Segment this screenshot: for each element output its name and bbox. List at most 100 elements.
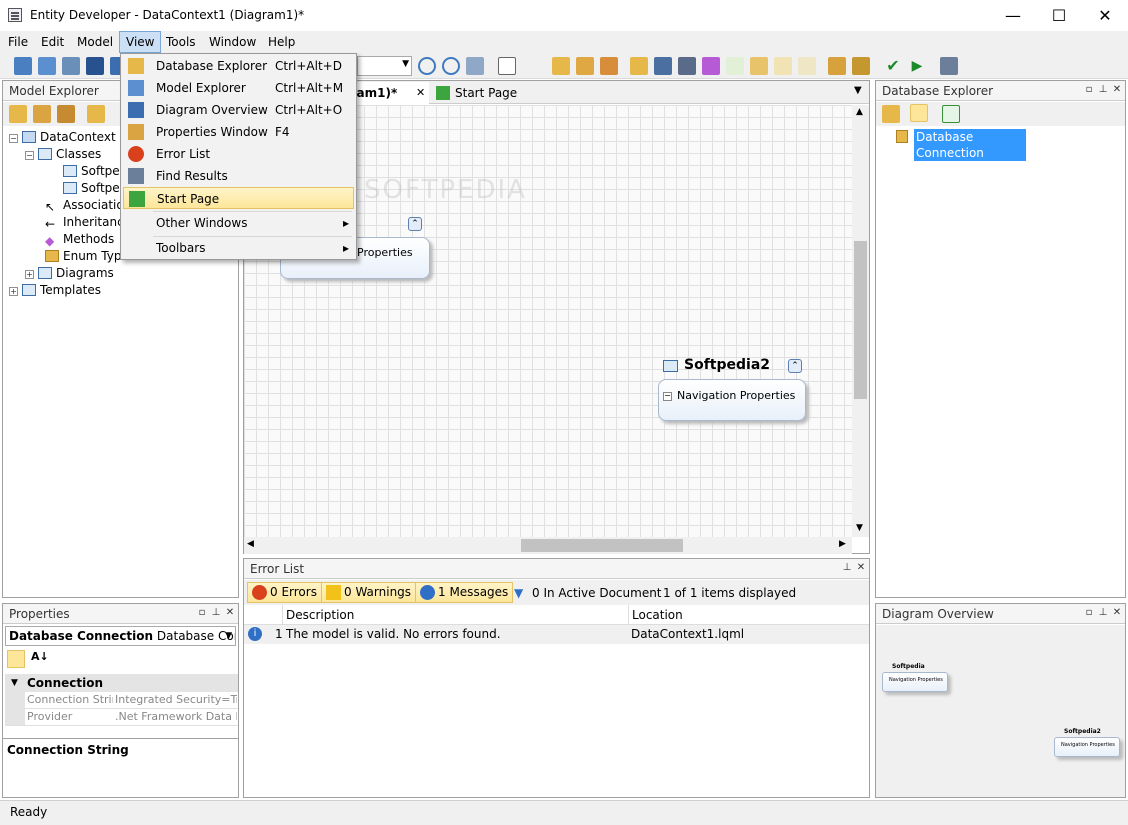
object-selector[interactable]: Database Connection Database Conne ▼ [5, 626, 236, 646]
close-pane-icon[interactable]: ✕ [223, 606, 237, 620]
collapse-entity-icon[interactable]: ⌃ [788, 359, 802, 373]
add-comment-icon[interactable] [726, 57, 744, 75]
add-property-tool-icon[interactable] [87, 105, 105, 123]
menu-item-diagram-overview[interactable]: Diagram Overview Ctrl+Alt+O [123, 99, 354, 121]
close-pane-icon[interactable]: ✕ [1110, 83, 1124, 97]
scroll-left-icon[interactable]: ◀ [247, 539, 254, 549]
add-property-icon[interactable] [630, 57, 648, 75]
add-inheritance-icon[interactable] [678, 57, 696, 75]
maximize-button[interactable]: ☐ [1036, 0, 1082, 31]
tab-close-icon[interactable]: ✕ [416, 82, 425, 104]
menu-item-start-page[interactable]: Start Page [123, 187, 354, 209]
restore-pane-icon[interactable]: ▫ [1082, 83, 1096, 97]
add-class-icon[interactable] [552, 57, 570, 75]
add-association-icon[interactable] [654, 57, 672, 75]
tab-start-page[interactable]: Start Page [433, 82, 543, 104]
generate-icon[interactable] [828, 57, 846, 75]
vertical-scrollbar[interactable]: ▲ ▼ [852, 105, 869, 537]
add-template-icon[interactable] [774, 57, 792, 75]
collapse-category-icon[interactable]: ▼ [11, 674, 18, 692]
expand-icon[interactable]: + [25, 270, 34, 279]
category-connection[interactable]: ▼ Connection [5, 674, 238, 692]
active-document-filter[interactable]: ▼ 0 In Active Document [514, 584, 662, 602]
menu-edit[interactable]: Edit [35, 31, 70, 53]
tree-item-classes[interactable]: − Classes [25, 146, 101, 163]
errors-filter-button[interactable]: 0 Errors [247, 582, 322, 603]
layout-icon[interactable] [466, 57, 484, 75]
scroll-right-icon[interactable]: ▶ [839, 539, 846, 549]
horizontal-scrollbar[interactable]: ◀ ▶ [244, 537, 852, 554]
tab-dropdown-icon[interactable]: ▼ [854, 85, 862, 96]
save-icon[interactable] [86, 57, 104, 75]
tree-item-datacontext[interactable]: − DataContext [9, 129, 116, 146]
tree-item-templates[interactable]: + Templates [9, 282, 101, 299]
sort-alphabetical-icon[interactable]: A↓ [31, 650, 49, 663]
print-icon[interactable] [62, 57, 80, 75]
close-pane-icon[interactable]: ✕ [1110, 606, 1124, 620]
add-method-icon[interactable] [702, 57, 720, 75]
menu-item-model-explorer[interactable]: Model Explorer Ctrl+Alt+M [123, 77, 354, 99]
add-view-icon[interactable] [798, 57, 816, 75]
error-row[interactable]: i 1 The model is valid. No errors found.… [244, 625, 869, 644]
minimize-button[interactable]: — [990, 0, 1036, 31]
pin-icon[interactable]: ⊥ [1096, 83, 1110, 97]
zoom-in-icon[interactable] [418, 57, 436, 75]
pin-icon[interactable]: ⊥ [209, 606, 223, 620]
menu-tools[interactable]: Tools [160, 31, 202, 53]
restore-pane-icon[interactable]: ▫ [195, 606, 209, 620]
tree-item-methods[interactable]: ◆ Methods [45, 231, 114, 248]
menu-item-find-results[interactable]: Find Results [123, 165, 354, 187]
restore-pane-icon[interactable]: ▫ [1082, 606, 1096, 620]
refresh-icon[interactable] [942, 105, 960, 123]
tree-item-diagrams[interactable]: + Diagrams [25, 265, 114, 282]
page-icon[interactable] [498, 57, 516, 75]
collapse-section-icon[interactable]: − [663, 392, 672, 401]
menu-item-error-list[interactable]: Error List [123, 143, 354, 165]
categorized-icon[interactable] [7, 650, 25, 668]
collapse-icon[interactable]: − [25, 151, 34, 160]
menu-item-properties-window[interactable]: Properties Window F4 [123, 121, 354, 143]
column-description[interactable]: Description [282, 605, 628, 625]
warnings-filter-button[interactable]: 0 Warnings [321, 582, 417, 603]
property-row[interactable]: Provider .Net Framework Data Pro [5, 709, 238, 726]
menu-view[interactable]: View [119, 31, 162, 53]
add-entity-icon[interactable] [33, 105, 51, 123]
zoom-out-icon[interactable] [442, 57, 460, 75]
add-icon[interactable] [9, 105, 27, 123]
expand-icon[interactable]: + [9, 287, 18, 296]
scroll-down-icon[interactable]: ▼ [856, 523, 863, 533]
menu-item-toolbars[interactable]: Toolbars ▸ [123, 237, 354, 259]
connection-icon[interactable] [910, 104, 928, 122]
new-connection-icon[interactable] [882, 105, 900, 123]
validate-check-icon[interactable]: ✔ [884, 57, 902, 75]
scroll-thumb[interactable] [854, 241, 867, 399]
add-package-icon[interactable] [750, 57, 768, 75]
scroll-thumb[interactable] [521, 539, 683, 552]
menu-help[interactable]: Help [262, 31, 301, 53]
update-database-icon[interactable] [852, 57, 870, 75]
overview-canvas[interactable]: Softpedia Navigation Properties Softpedi… [876, 625, 1125, 797]
run-icon[interactable]: ▶ [908, 57, 926, 75]
tree-item-database-connection[interactable]: Database Connection [896, 129, 1026, 161]
zoom-combobox[interactable]: ▼ [357, 56, 412, 76]
add-complex-type-icon[interactable] [576, 57, 594, 75]
close-pane-icon[interactable]: ✕ [854, 561, 868, 575]
add-enum-icon[interactable] [600, 57, 618, 75]
pin-icon[interactable]: ⊥ [840, 561, 854, 575]
collapse-icon[interactable]: − [9, 134, 18, 143]
property-row[interactable]: Connection Strin Integrated Security=Tru… [5, 692, 238, 726]
close-button[interactable]: ✕ [1082, 0, 1128, 31]
menu-item-database-explorer[interactable]: Database Explorer Ctrl+Alt+D [123, 55, 354, 77]
column-location[interactable]: Location [628, 605, 869, 625]
add-enum-type-icon[interactable] [57, 105, 75, 123]
windows-icon[interactable] [940, 57, 958, 75]
menu-file[interactable]: File [2, 31, 34, 53]
pin-icon[interactable]: ⊥ [1096, 606, 1110, 620]
new-model-icon[interactable] [14, 57, 32, 75]
messages-filter-button[interactable]: 1 Messages [415, 582, 514, 603]
menu-window[interactable]: Window [203, 31, 262, 53]
collapse-entity-icon[interactable]: ⌃ [408, 217, 422, 231]
entity-softpedia2[interactable]: Softpedia2 ⌃ − Navigation Properties [658, 355, 808, 425]
scroll-up-icon[interactable]: ▲ [856, 107, 863, 117]
open-icon[interactable] [38, 57, 56, 75]
